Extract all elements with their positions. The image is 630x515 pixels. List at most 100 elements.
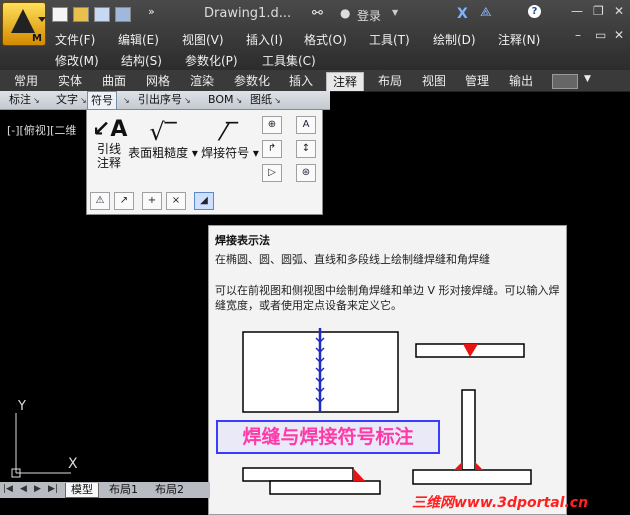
svg-text:Y: Y xyxy=(17,399,26,414)
remove-vertex-icon[interactable]: × xyxy=(166,192,186,210)
panel-bom[interactable]: BOM ↘ xyxy=(205,91,245,108)
feature-control-icon[interactable]: ↱ xyxy=(262,140,282,158)
minimize-button[interactable]: — xyxy=(571,4,583,18)
tab-output[interactable]: 输出 xyxy=(503,72,539,90)
chevron-down-icon[interactable]: ▼ xyxy=(392,8,398,17)
datum-identifier-icon[interactable]: ⚠ xyxy=(90,192,110,210)
datum-feature-icon[interactable]: ⊕ xyxy=(262,116,282,134)
menu-view[interactable]: 视图(V) xyxy=(182,31,224,48)
tab-solid[interactable]: 实体 xyxy=(52,72,88,90)
menu-modify[interactable]: 修改(M) xyxy=(55,52,99,69)
tab-parametric[interactable]: 参数化 xyxy=(228,72,276,90)
layout-tab-1[interactable]: 布局1 xyxy=(104,483,143,497)
quick-access-more-button[interactable]: » xyxy=(148,5,155,18)
edge-symbol-icon[interactable]: ▷ xyxy=(262,164,282,182)
surface-roughness-icon: √‾ xyxy=(149,118,177,146)
doc-minimize-button[interactable]: – xyxy=(575,28,581,42)
panel-label: 引出序号 xyxy=(138,93,182,106)
ribbon-minimize-icon[interactable] xyxy=(552,74,578,89)
panel-label: 图纸 xyxy=(250,93,272,106)
stay-connected-icon[interactable]: ⟁ xyxy=(480,5,492,20)
tab-mesh[interactable]: 网格 xyxy=(140,72,176,90)
layout-nav-first-icon[interactable]: |◀ xyxy=(3,484,13,494)
watermark: 三维网www.3dportal.cn xyxy=(412,495,589,511)
datum-target-icon[interactable]: A xyxy=(296,116,316,134)
panel-text[interactable]: 文字 ↘ xyxy=(53,91,90,108)
surface-label: 表面粗糙度 ▾ xyxy=(128,146,198,160)
new-file-icon[interactable] xyxy=(52,7,68,22)
expand-icon: ↘ xyxy=(184,96,191,105)
layout-nav-next-icon[interactable]: ▶ xyxy=(34,484,41,494)
menu-file[interactable]: 文件(F) xyxy=(55,31,95,48)
panel-sheet[interactable]: 图纸 ↘ xyxy=(247,91,284,108)
exchange-x-icon[interactable]: X xyxy=(457,6,468,22)
expand-icon: ↘ xyxy=(274,96,281,105)
tab-layout[interactable]: 布局 xyxy=(372,72,408,90)
chevron-down-icon[interactable]: ▼ xyxy=(584,74,591,84)
weld-illustration xyxy=(242,328,532,495)
help-button[interactable]: ? xyxy=(528,5,541,18)
open-folder-icon[interactable] xyxy=(73,7,89,22)
leader-note-button[interactable]: ↙A 引线 注释 xyxy=(92,117,128,171)
tab-view[interactable]: 视图 xyxy=(416,72,452,90)
viewport-label[interactable]: [-][俯视][二维 xyxy=(7,122,76,138)
doc-restore-button[interactable]: ▭ xyxy=(595,28,606,42)
menu-format[interactable]: 格式(O) xyxy=(304,31,347,48)
weld-representation-icon[interactable]: ◢ xyxy=(194,192,214,210)
panel-symbol[interactable]: 符号 xyxy=(87,91,117,110)
tab-render[interactable]: 渲染 xyxy=(184,72,220,90)
tab-home[interactable]: 常用 xyxy=(8,72,44,90)
doc-close-button[interactable]: ✕ xyxy=(614,28,624,42)
login-button[interactable]: 登录 xyxy=(357,7,381,24)
menu-edit[interactable]: 编辑(E) xyxy=(118,31,159,48)
panel-symbol-expand[interactable]: ↘ xyxy=(118,91,133,108)
menu-annotate[interactable]: 注释(N) xyxy=(498,31,540,48)
tooltip-body: 可以在前视图和侧视图中绘制角焊缝和单边 V 形对接焊缝。可以输入焊缝宽度，或者使… xyxy=(215,284,560,312)
expand-icon: ↘ xyxy=(80,96,87,105)
tab-manage[interactable]: 管理 xyxy=(459,72,495,90)
save-icon[interactable] xyxy=(94,7,110,22)
weld-label: 焊接符号 ▾ xyxy=(201,146,259,160)
center-mark-icon[interactable]: ⊛ xyxy=(296,164,316,182)
tab-surface[interactable]: 曲面 xyxy=(96,72,132,90)
panel-dimension[interactable]: 标注 ↘ xyxy=(6,91,43,108)
layout-nav-prev-icon[interactable]: ◀ xyxy=(20,484,27,494)
taper-slope-icon[interactable]: ↕ xyxy=(296,140,316,158)
menu-draw[interactable]: 绘制(D) xyxy=(433,31,476,48)
tab-annotate[interactable]: 注释 xyxy=(326,72,365,91)
application-menu-button[interactable]: M xyxy=(2,2,46,46)
panel-balloon[interactable]: 引出序号 ↘ xyxy=(135,91,194,108)
leader-a-icon: ↙A xyxy=(92,117,128,142)
ucs-icon: Y X xyxy=(11,399,78,478)
expand-icon: ↘ xyxy=(33,96,40,105)
add-vertex-icon[interactable]: + xyxy=(142,192,162,210)
leader-label-1: 引线 xyxy=(96,142,121,156)
menu-toolsets[interactable]: 工具集(C) xyxy=(262,52,316,69)
svg-text:X: X xyxy=(68,456,78,472)
panel-label: BOM xyxy=(208,93,234,106)
menu-tools[interactable]: 工具(T) xyxy=(369,31,410,48)
weld-annotation-banner: 焊缝与焊接符号标注 xyxy=(216,420,440,454)
user-icon[interactable]: ● xyxy=(340,6,350,20)
binoculars-icon[interactable]: ⚯ xyxy=(312,6,323,21)
weld-symbol-icon: ⁄‾ xyxy=(221,118,238,146)
tab-insert[interactable]: 插入 xyxy=(283,72,319,90)
layout-tab-model[interactable]: 模型 xyxy=(65,483,99,498)
menu-structure[interactable]: 结构(S) xyxy=(121,52,162,69)
weld-symbol-button[interactable]: ⁄‾ 焊接符号 ▾ xyxy=(200,118,260,160)
expand-icon: ↘ xyxy=(235,96,243,105)
text-leader-icon[interactable]: ↗ xyxy=(114,192,134,210)
panel-label: 标注 xyxy=(9,93,31,106)
restore-button[interactable]: ❐ xyxy=(593,4,604,18)
surface-roughness-button[interactable]: √‾ 表面粗糙度 ▾ xyxy=(128,118,198,160)
layout-tab-2[interactable]: 布局2 xyxy=(150,483,189,497)
layout-nav-last-icon[interactable]: ▶| xyxy=(48,484,58,494)
logo-letter: M xyxy=(32,33,42,44)
menu-insert[interactable]: 插入(I) xyxy=(246,31,283,48)
autocad-logo-icon xyxy=(11,9,35,33)
tooltip-title: 焊接表示法 xyxy=(215,234,270,247)
menu-parametric[interactable]: 参数化(P) xyxy=(185,52,238,69)
save-as-icon[interactable] xyxy=(115,7,131,22)
chevron-down-icon xyxy=(38,17,46,22)
close-button[interactable]: ✕ xyxy=(614,4,624,18)
